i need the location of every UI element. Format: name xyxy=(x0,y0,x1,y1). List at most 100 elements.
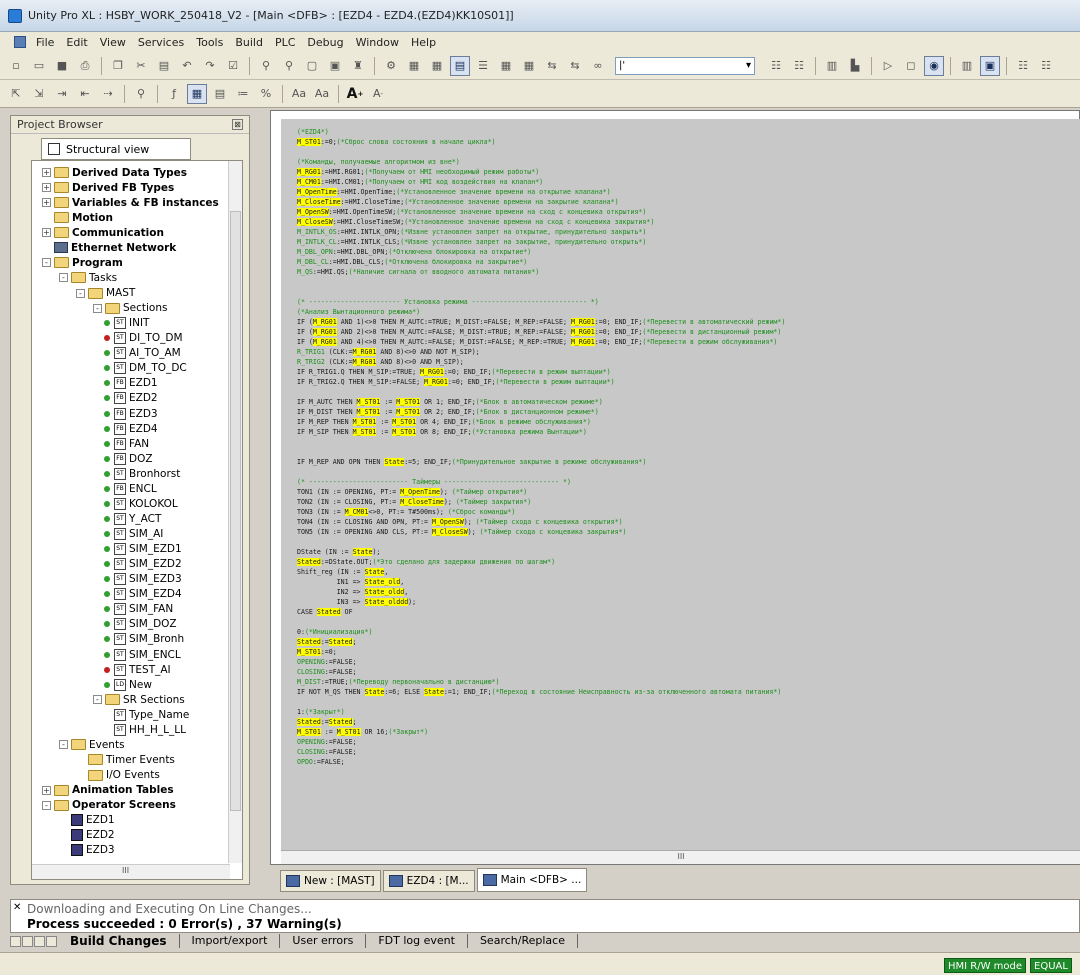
run-icon[interactable]: ▷ xyxy=(878,56,898,76)
editor-horizontal-scrollbar[interactable]: III xyxy=(281,850,1080,864)
tree-item[interactable]: ST Type_Name xyxy=(32,707,228,722)
tree-item[interactable]: FB DOZ xyxy=(32,451,228,466)
fbd-icon[interactable]: ▦ xyxy=(187,83,207,104)
variable-icon[interactable]: ▤ xyxy=(210,84,230,104)
tree-item[interactable]: ST HH_H_L_LL xyxy=(32,722,228,737)
breakpoint-icon[interactable]: ⇢ xyxy=(98,84,118,104)
structural-view-tab[interactable]: Structural view xyxy=(41,138,191,160)
menu-debug[interactable]: Debug xyxy=(301,36,349,49)
search-next-icon[interactable]: ⇆ xyxy=(542,56,562,76)
tree-item[interactable]: ST SIM_EZD4 xyxy=(32,587,228,602)
tree-item[interactable]: ST KOLOKOL xyxy=(32,496,228,511)
layout2-icon[interactable]: ☷ xyxy=(1036,56,1056,76)
tree-item[interactable]: ST Bronhorst xyxy=(32,466,228,481)
menu-file[interactable]: File xyxy=(30,36,60,49)
redo-icon[interactable]: ↷ xyxy=(200,56,220,76)
tile-icon[interactable]: ▥ xyxy=(957,56,977,76)
tree-item[interactable]: EZD1 xyxy=(32,813,228,828)
tree-item[interactable]: ST INIT xyxy=(32,316,228,331)
tree-item[interactable]: + Communication xyxy=(32,225,228,240)
menu-view[interactable]: View xyxy=(94,36,132,49)
step-icon[interactable]: ⇱ xyxy=(6,84,26,104)
cut-icon[interactable]: ✂ xyxy=(131,56,151,76)
window-icon[interactable]: ▣ xyxy=(980,55,1000,76)
open-folder-icon[interactable]: ▭ xyxy=(29,56,49,76)
tree-item[interactable]: + Derived FB Types xyxy=(32,180,228,195)
tree-item[interactable]: - SR Sections xyxy=(32,692,228,707)
project-browser-icon[interactable]: ▤ xyxy=(450,55,470,76)
last-tab-icon[interactable] xyxy=(46,935,57,947)
tree-item[interactable]: - Sections xyxy=(32,301,228,316)
first-tab-icon[interactable] xyxy=(10,935,21,947)
menu-services[interactable]: Services xyxy=(132,36,190,49)
step-into-icon[interactable]: ⇲ xyxy=(29,84,49,104)
document-tab[interactable]: Main <DFB> ... xyxy=(476,868,588,892)
replace-icon[interactable]: ⚲ xyxy=(279,56,299,76)
inspect-icon[interactable]: ⚲ xyxy=(131,84,151,104)
collapse-icon[interactable]: - xyxy=(93,695,102,705)
tree-item[interactable]: Ethernet Network xyxy=(32,240,228,255)
menu-plc[interactable]: PLC xyxy=(269,36,301,49)
collapse-icon[interactable]: - xyxy=(93,303,102,313)
tree-item[interactable]: ST SIM_DOZ xyxy=(32,617,228,632)
search-combo[interactable]: |' ▾ xyxy=(615,56,755,75)
paste-icon[interactable]: ▤ xyxy=(154,56,174,76)
expand-icon[interactable]: + xyxy=(42,168,51,178)
tree-item[interactable]: FB EZD1 xyxy=(32,376,228,391)
menu-edit[interactable]: Edit xyxy=(60,36,93,49)
tree-vertical-scrollbar[interactable] xyxy=(228,161,242,863)
tree-item[interactable]: ST DM_TO_DC xyxy=(32,361,228,376)
tree-item[interactable]: - MAST xyxy=(32,286,228,301)
assign-icon[interactable]: ≔ xyxy=(233,84,253,104)
output-tab[interactable]: User errors xyxy=(280,934,367,948)
undo-icon[interactable]: ↶ xyxy=(177,56,197,76)
connect-icon[interactable]: ☷ xyxy=(766,56,786,76)
zoom-text-small-icon[interactable]: Aa xyxy=(312,84,332,104)
tree-item[interactable]: - Events xyxy=(32,737,228,752)
tree-item[interactable]: FB EZD4 xyxy=(32,421,228,436)
collapse-icon[interactable]: - xyxy=(59,740,68,750)
tree-view-icon[interactable]: ☰ xyxy=(473,56,493,76)
expand-icon[interactable]: + xyxy=(42,183,51,193)
tree-item[interactable]: + Derived Data Types xyxy=(32,165,228,180)
tree-item[interactable]: ST SIM_FAN xyxy=(32,602,228,617)
tree-item[interactable]: ST Y_ACT xyxy=(32,511,228,526)
code-area[interactable]: (*EZD4*) M_ST01:=0;(*Сброс слова состояни… xyxy=(281,119,1080,852)
tree-item[interactable]: ST SIM_EZD2 xyxy=(32,557,228,572)
collapse-icon[interactable]: - xyxy=(42,800,51,810)
tree-item[interactable]: ST DI_TO_DM xyxy=(32,331,228,346)
download-icon[interactable]: ▙ xyxy=(845,56,865,76)
new-file-icon[interactable]: ▫ xyxy=(6,56,26,76)
output-tab[interactable]: Build Changes xyxy=(58,934,180,948)
expand-icon[interactable]: + xyxy=(42,785,51,795)
step-out-icon[interactable]: ⇤ xyxy=(75,84,95,104)
tree-item[interactable]: EZD2 xyxy=(32,828,228,843)
comment-icon[interactable]: % xyxy=(256,84,276,104)
tree-item[interactable]: ST TEST_AI xyxy=(32,662,228,677)
tree-item[interactable]: FB EZD2 xyxy=(32,391,228,406)
font-decrease-icon[interactable]: A- xyxy=(368,84,388,104)
collapse-icon[interactable]: - xyxy=(76,288,85,298)
document-tab[interactable]: EZD4 : [M... xyxy=(382,870,475,892)
tree-item[interactable]: + Variables & FB instances xyxy=(32,195,228,210)
build-icon[interactable]: ▦ xyxy=(404,56,424,76)
tree-item[interactable]: LD New xyxy=(32,677,228,692)
validate-icon[interactable]: ☑ xyxy=(223,56,243,76)
tree-item[interactable]: ST SIM_EZD3 xyxy=(32,572,228,587)
tree-item[interactable]: I/O Events xyxy=(32,768,228,783)
rebuild-icon[interactable]: ▦ xyxy=(427,56,447,76)
tree-item[interactable]: - Operator Screens xyxy=(32,798,228,813)
close-icon[interactable]: ⊠ xyxy=(232,119,243,130)
tree-item[interactable]: ST AI_TO_AM xyxy=(32,346,228,361)
simulator-icon[interactable]: ▥ xyxy=(822,56,842,76)
step-over-icon[interactable]: ⇥ xyxy=(52,84,72,104)
print-icon[interactable]: ⎙ xyxy=(75,56,95,76)
find-icon[interactable]: ⚲ xyxy=(256,56,276,76)
grid-icon[interactable]: ▦ xyxy=(519,56,539,76)
next-tab-icon[interactable] xyxy=(34,935,45,947)
tree-horizontal-scrollbar[interactable]: III xyxy=(32,864,230,879)
menu-build[interactable]: Build xyxy=(229,36,269,49)
tree-item[interactable]: ST SIM_EZD1 xyxy=(32,542,228,557)
tree-item[interactable]: + Animation Tables xyxy=(32,783,228,798)
document-menu-icon[interactable] xyxy=(14,36,26,48)
